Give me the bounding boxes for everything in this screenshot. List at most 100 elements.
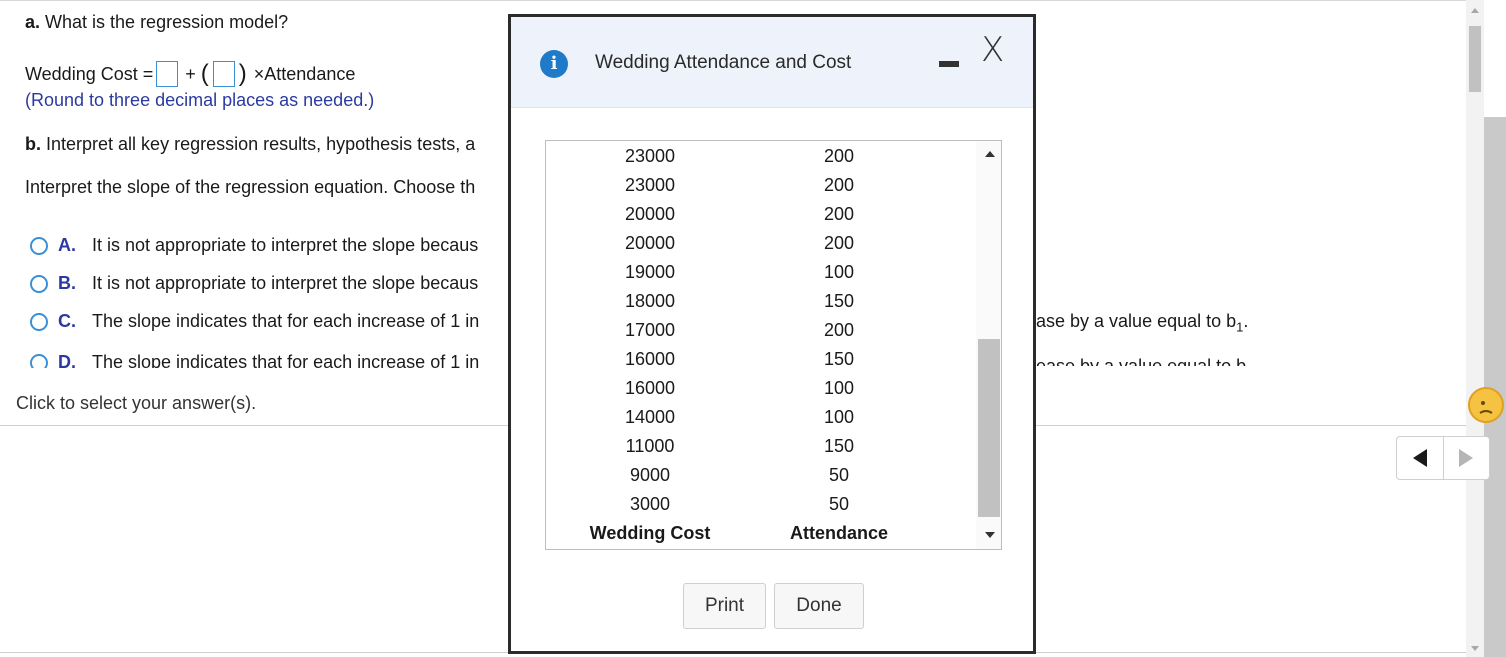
cell-attendance: 200 <box>823 233 855 253</box>
triangle-right-icon <box>1459 449 1474 467</box>
table-row: 23000 200 <box>546 175 976 204</box>
intercept-input[interactable] <box>156 61 179 87</box>
close-button[interactable]: X <box>981 33 1004 67</box>
print-button[interactable]: Print <box>683 583 766 629</box>
header-attendance: Attendance <box>789 523 888 543</box>
cell-wedding-cost: 14000 <box>624 407 676 427</box>
cell-wedding-cost: 11000 <box>625 436 675 456</box>
previous-button[interactable] <box>1397 437 1443 479</box>
part-b-text: Interpret all key regression results, hy… <box>46 134 476 154</box>
paren-open: ( <box>200 60 209 87</box>
cell-attendance: 50 <box>828 465 850 485</box>
option-a-letter: A. <box>58 235 76 255</box>
option-b-text: It is not appropriate to interpret the s… <box>92 273 479 293</box>
table-scroll-thumb[interactable] <box>978 339 1000 517</box>
option-d-tail: ease by a value equal to b <box>1036 352 1246 366</box>
option-c-period: . <box>1243 311 1249 331</box>
cell-wedding-cost: 16000 <box>624 378 676 398</box>
table-scroll-down-icon[interactable] <box>985 532 995 538</box>
table-row: 17000 200 <box>546 320 976 349</box>
option-d-tail-text: ease by a value equal to b <box>1036 356 1247 366</box>
dialog-header: i Wedding Attendance and Cost X <box>511 17 1033 108</box>
cell-attendance: 50 <box>828 494 850 514</box>
option-b[interactable]: B. It is not appropriate to interpret th… <box>30 273 478 294</box>
model-lhs: Wedding Cost = <box>25 63 154 84</box>
help-emoji-icon[interactable] <box>1468 387 1504 423</box>
dialog-title: Wedding Attendance and Cost <box>595 52 852 73</box>
radio-option-b[interactable] <box>30 274 48 293</box>
part-a-question: a. What is the regression model? <box>25 12 288 33</box>
table-row: 20000 200 <box>546 233 976 262</box>
model-plus: + <box>185 63 196 84</box>
part-b-label: b. <box>25 134 41 154</box>
minimize-button[interactable] <box>939 61 959 67</box>
cell-wedding-cost: 23000 <box>624 146 676 166</box>
option-c-letter: C. <box>58 311 76 331</box>
cell-attendance: 200 <box>823 320 855 340</box>
done-button[interactable]: Done <box>774 583 864 629</box>
radio-option-c[interactable] <box>30 312 48 331</box>
cell-attendance: 150 <box>823 436 855 456</box>
option-d-letter: D. <box>58 352 76 368</box>
option-d-text: The slope indicates that for each increa… <box>92 352 480 368</box>
table-row: 3000 50 <box>546 494 976 523</box>
option-d[interactable]: D. The slope indicates that for each inc… <box>30 352 479 368</box>
cell-wedding-cost: 18000 <box>624 291 676 311</box>
cell-attendance: 100 <box>823 262 855 282</box>
cell-wedding-cost: 3000 <box>629 494 671 514</box>
table-header-row: Wedding Cost Attendance <box>546 523 976 549</box>
next-button[interactable] <box>1442 437 1489 479</box>
option-c-tail-text: ase by a value equal to b <box>1036 311 1237 331</box>
header-wedding-cost: Wedding Cost <box>589 523 711 543</box>
scroll-up-icon[interactable] <box>1471 8 1479 13</box>
table-row: 18000 150 <box>546 291 976 320</box>
regression-model-line: Wedding Cost = + ( ) ×Attendance <box>25 60 355 88</box>
table-row: 14000 100 <box>546 407 976 436</box>
option-a-text: It is not appropriate to interpret the s… <box>92 235 479 255</box>
cell-attendance: 100 <box>823 378 855 398</box>
option-c[interactable]: C. The slope indicates that for each inc… <box>30 311 479 332</box>
cell-wedding-cost: 17000 <box>624 320 676 340</box>
cell-wedding-cost: 9000 <box>629 465 671 485</box>
table-row: 9000 50 <box>546 465 976 494</box>
table-scroll-up-icon[interactable] <box>985 151 995 157</box>
table-scrollbar[interactable] <box>976 141 1001 549</box>
cell-attendance: 200 <box>823 204 855 224</box>
cell-wedding-cost: 20000 <box>624 233 676 253</box>
table-row: 20000 200 <box>546 204 976 233</box>
table-row: 19000 100 <box>546 262 976 291</box>
click-to-select-note: Click to select your answer(s). <box>16 393 257 413</box>
interpret-prompt: Interpret the slope of the regression eq… <box>25 177 476 197</box>
radio-option-d[interactable] <box>30 354 48 368</box>
radio-option-a[interactable] <box>30 236 48 255</box>
part-b-question: b. Interpret all key regression results,… <box>25 134 475 155</box>
scroll-thumb[interactable] <box>1469 26 1481 92</box>
model-times-attendance: ×Attendance <box>253 63 356 84</box>
cell-attendance: 150 <box>823 291 855 311</box>
table-row: 11000 150 <box>546 436 976 465</box>
cell-attendance: 200 <box>823 175 855 195</box>
slope-input[interactable] <box>212 61 235 87</box>
option-a[interactable]: A. It is not appropriate to interpret th… <box>30 235 478 256</box>
data-dialog: i Wedding Attendance and Cost X 23000 200… <box>508 14 1036 654</box>
option-b-letter: B. <box>58 273 76 293</box>
cell-wedding-cost: 16000 <box>624 349 676 369</box>
info-icon: i <box>540 50 568 78</box>
data-table: 23000 200 23000 200 20000 200 20000 200 19000 100… <box>545 140 1002 550</box>
scroll-down-icon[interactable] <box>1471 646 1479 651</box>
cell-wedding-cost: 23000 <box>624 175 676 195</box>
question-nav <box>1396 436 1490 480</box>
part-a-text: What is the regression model? <box>45 12 289 32</box>
option-c-tail: ase by a value equal to b1. <box>1036 311 1248 335</box>
part-a-label: a. <box>25 12 41 32</box>
option-c-text: The slope indicates that for each increa… <box>92 311 480 331</box>
table-row: 16000 150 <box>546 349 976 378</box>
paren-close: ) <box>238 60 247 87</box>
cell-attendance: 200 <box>823 146 855 166</box>
cell-wedding-cost: 19000 <box>624 262 676 282</box>
cell-attendance: 100 <box>823 407 855 427</box>
cell-wedding-cost: 20000 <box>624 204 676 224</box>
page-scrollbar[interactable] <box>1466 0 1484 657</box>
round-note: (Round to three decimal places as needed… <box>25 90 375 110</box>
cell-attendance: 150 <box>823 349 855 369</box>
